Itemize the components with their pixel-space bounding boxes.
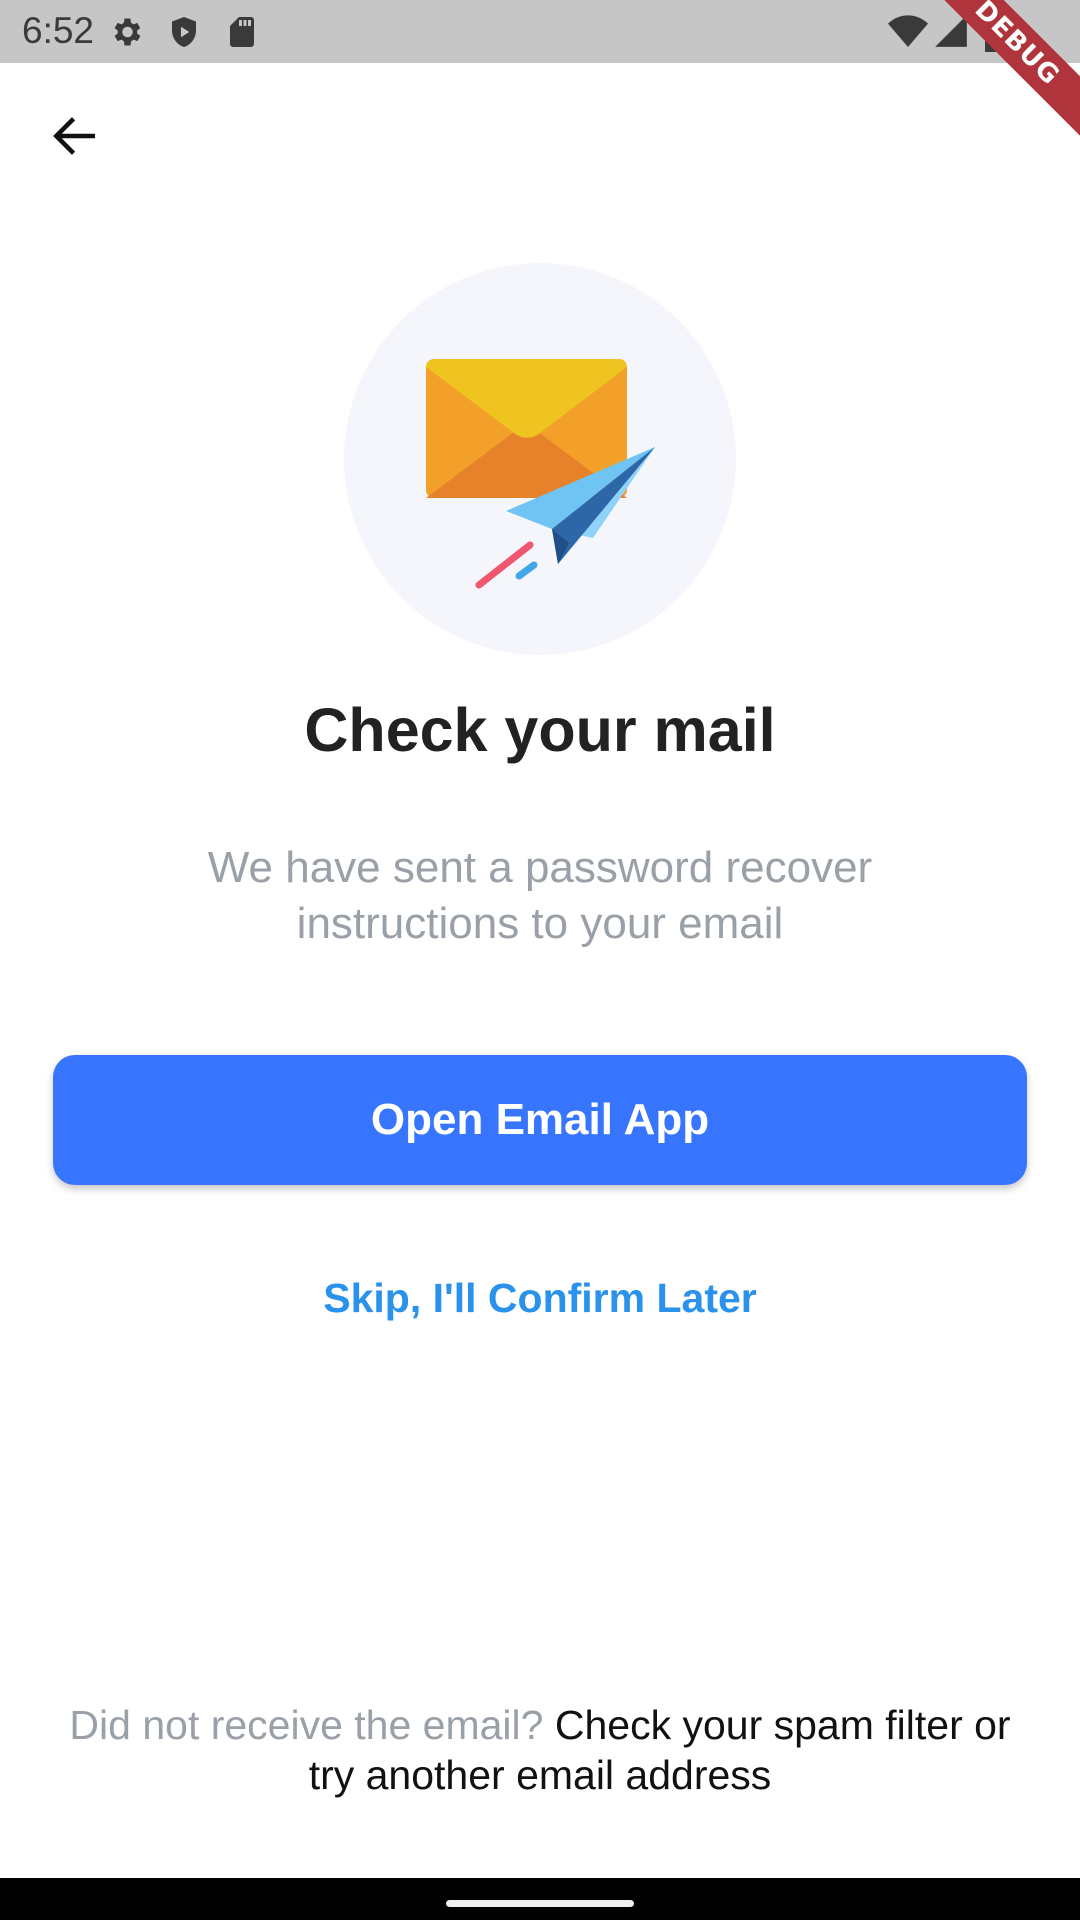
mail-paper-plane-icon bbox=[426, 359, 655, 589]
back-button[interactable] bbox=[38, 100, 110, 172]
shield-play-icon bbox=[172, 17, 196, 47]
system-nav-bar bbox=[0, 1878, 1080, 1920]
gear-icon bbox=[114, 18, 141, 46]
sd-card-icon bbox=[230, 17, 254, 47]
home-gesture-handle[interactable] bbox=[446, 1900, 634, 1907]
status-time: 6:52 bbox=[22, 10, 95, 51]
footer-muted-text: Did not receive the email? bbox=[69, 1702, 544, 1748]
status-bar: 6:52 DEBUG bbox=[0, 0, 1080, 147]
arrow-left-icon bbox=[53, 117, 96, 155]
page-subtitle: We have sent a password recover instruct… bbox=[207, 843, 873, 948]
open-email-app-label: Open Email App bbox=[370, 1095, 710, 1144]
footer-help-text: Did not receive the email? Check your sp… bbox=[60, 1700, 1020, 1800]
forgot-password-confirmation-screen: 6:52 DEBUG Check your mail We have sent … bbox=[0, 0, 1080, 1920]
open-email-app-button[interactable]: Open Email App bbox=[53, 1055, 1027, 1185]
wifi-icon bbox=[888, 15, 928, 47]
skip-confirm-later-link[interactable]: Skip, I'll Confirm Later bbox=[0, 1275, 1080, 1322]
page-title: Check your mail bbox=[304, 696, 776, 764]
mail-illustration bbox=[344, 263, 736, 655]
